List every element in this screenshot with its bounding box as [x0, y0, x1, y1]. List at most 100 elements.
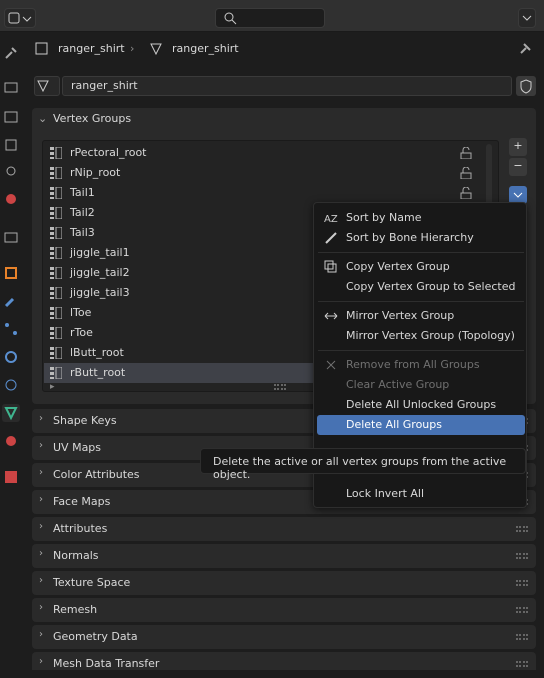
editor-type-button[interactable] — [4, 8, 36, 28]
vertex-group-row[interactable]: rNip_root — [44, 163, 496, 183]
mesh-data-icon — [148, 41, 164, 57]
vertex-group-icon — [50, 227, 62, 239]
chevron-down-icon[interactable]: ⌄ — [38, 112, 47, 125]
remove-vertex-group-button[interactable]: − — [509, 158, 527, 176]
menu-item-remove-from-all-groups: Remove from All Groups — [314, 355, 528, 375]
list-filter-toggle[interactable]: ▸ — [50, 382, 55, 392]
object-tab[interactable] — [2, 264, 20, 282]
unlock-icon[interactable] — [460, 187, 472, 199]
object-icon — [5, 267, 17, 279]
menu-item-clear-active-group: Clear Active Group — [346, 378, 450, 391]
options-dropdown-button[interactable] — [518, 8, 536, 28]
vertex-group-name[interactable]: lButt_root — [70, 346, 124, 359]
menu-item-mirror-vertex-group[interactable]: Mirror Vertex Group — [314, 306, 528, 326]
panel-normals[interactable]: › Normals — [32, 544, 536, 568]
data-tab[interactable] — [2, 404, 20, 422]
panel-remesh[interactable]: › Remesh — [32, 598, 536, 622]
panel-attributes[interactable]: › Attributes — [32, 517, 536, 541]
material-tab[interactable] — [2, 432, 20, 450]
modifier-tab[interactable] — [2, 292, 20, 310]
panel-title: Color Attributes — [53, 468, 140, 481]
panel-drag-grip[interactable] — [516, 607, 528, 613]
panel-drag-grip[interactable] — [516, 634, 528, 640]
duplicate-icon — [324, 260, 337, 273]
panel-drag-grip[interactable] — [516, 661, 528, 667]
vertex-group-name[interactable]: jiggle_tail1 — [70, 246, 130, 259]
vertex-group-name[interactable]: rButt_root — [70, 366, 125, 379]
add-vertex-group-button[interactable]: + — [509, 138, 527, 156]
properties-tab-bar — [0, 32, 22, 678]
menu-item-lock-invert-all[interactable]: Lock Invert All — [314, 484, 528, 504]
menu-item-copy-vertex-group[interactable]: Copy Vertex Group — [314, 257, 528, 277]
texture-icon — [5, 471, 17, 483]
menu-item-mirror-topology[interactable]: Mirror Vertex Group (Topology) — [314, 326, 528, 346]
svg-text:AZ: AZ — [324, 214, 338, 225]
vertex-group-name[interactable]: Tail3 — [70, 226, 95, 239]
world-icon — [6, 194, 16, 204]
view-layer-tab[interactable] — [2, 136, 20, 154]
material-icon — [6, 436, 16, 446]
scene-icon — [6, 166, 16, 176]
menu-item-copy-to-selected[interactable]: Copy Vertex Group to Selected — [314, 277, 528, 297]
fake-user-button[interactable] — [516, 76, 536, 96]
search-input[interactable] — [215, 8, 325, 28]
chevron-right-icon: › — [39, 521, 43, 532]
constraints-tab[interactable] — [2, 376, 20, 394]
menu-item-delete-all-groups[interactable]: Delete All Groups — [317, 415, 525, 435]
collection-tab[interactable] — [2, 228, 20, 246]
vertex-group-name[interactable]: rNip_root — [70, 166, 120, 179]
panel-title: Shape Keys — [53, 414, 117, 427]
vertex-group-name[interactable]: Tail2 — [70, 206, 95, 219]
particles-tab[interactable] — [2, 320, 20, 338]
vertex-group-name[interactable]: jiggle_tail3 — [70, 286, 130, 299]
output-tab[interactable] — [2, 108, 20, 126]
unlock-icon[interactable] — [460, 147, 472, 159]
vertex-groups-title[interactable]: Vertex Groups — [53, 112, 131, 125]
mesh-browse-button[interactable] — [34, 76, 60, 96]
panel-title: UV Maps — [53, 441, 102, 454]
vertex-group-name[interactable]: lToe — [70, 306, 91, 319]
physics-icon — [5, 351, 17, 363]
render-tab[interactable] — [2, 78, 20, 96]
vertex-group-icon — [50, 347, 62, 359]
list-resize-grip[interactable] — [274, 384, 286, 390]
chevron-down-icon — [522, 15, 532, 21]
vertex-group-row[interactable]: rPectoral_root — [44, 143, 496, 163]
texture-tab[interactable] — [2, 468, 20, 486]
mirror-arrows-icon — [324, 312, 338, 320]
breadcrumb-mesh: ranger_shirt — [172, 42, 239, 55]
panel-texture-space[interactable]: › Texture Space — [32, 571, 536, 595]
vertex-group-name[interactable]: rPectoral_root — [70, 146, 147, 159]
menu-item-sort-by-bone-hierarchy[interactable]: Sort by Bone Hierarchy — [314, 228, 528, 248]
vertex-group-row[interactable]: Tail1 — [44, 183, 496, 203]
vertex-group-icon — [50, 287, 62, 299]
physics-tab[interactable] — [2, 348, 20, 366]
chevron-right-icon: › — [39, 602, 43, 613]
panel-drag-grip[interactable] — [516, 526, 528, 532]
mesh-data-icon — [4, 407, 18, 421]
bone-icon — [325, 232, 337, 244]
unlock-icon[interactable] — [460, 167, 472, 179]
pin-icon[interactable] — [518, 40, 534, 56]
mesh-name-field[interactable]: ranger_shirt — [62, 76, 512, 96]
output-icon — [4, 111, 18, 123]
panel-title: Mesh Data Transfer — [53, 657, 160, 670]
menu-separator — [318, 252, 524, 253]
menu-item-sort-by-name[interactable]: AZ Sort by Name — [314, 208, 528, 228]
vertex-group-name[interactable]: Tail1 — [70, 186, 95, 199]
vertex-group-name[interactable]: rToe — [70, 326, 93, 339]
breadcrumb-object: ranger_shirt — [58, 42, 125, 55]
panel-title: Remesh — [53, 603, 98, 616]
world-tab[interactable] — [2, 190, 20, 208]
constraints-icon — [5, 379, 17, 391]
vertex-group-icon — [50, 167, 62, 179]
panel-title: Geometry Data — [53, 630, 138, 643]
panel-geometry-data[interactable]: › Geometry Data — [32, 625, 536, 649]
panel-drag-grip[interactable] — [516, 553, 528, 559]
menu-item-delete-unlocked-groups[interactable]: Delete All Unlocked Groups — [314, 395, 528, 415]
vertex-group-name[interactable]: jiggle_tail2 — [70, 266, 130, 279]
tool-tab[interactable] — [2, 44, 20, 62]
panel-drag-grip[interactable] — [516, 580, 528, 586]
particles-icon — [5, 323, 17, 335]
scene-tab[interactable] — [2, 162, 20, 180]
